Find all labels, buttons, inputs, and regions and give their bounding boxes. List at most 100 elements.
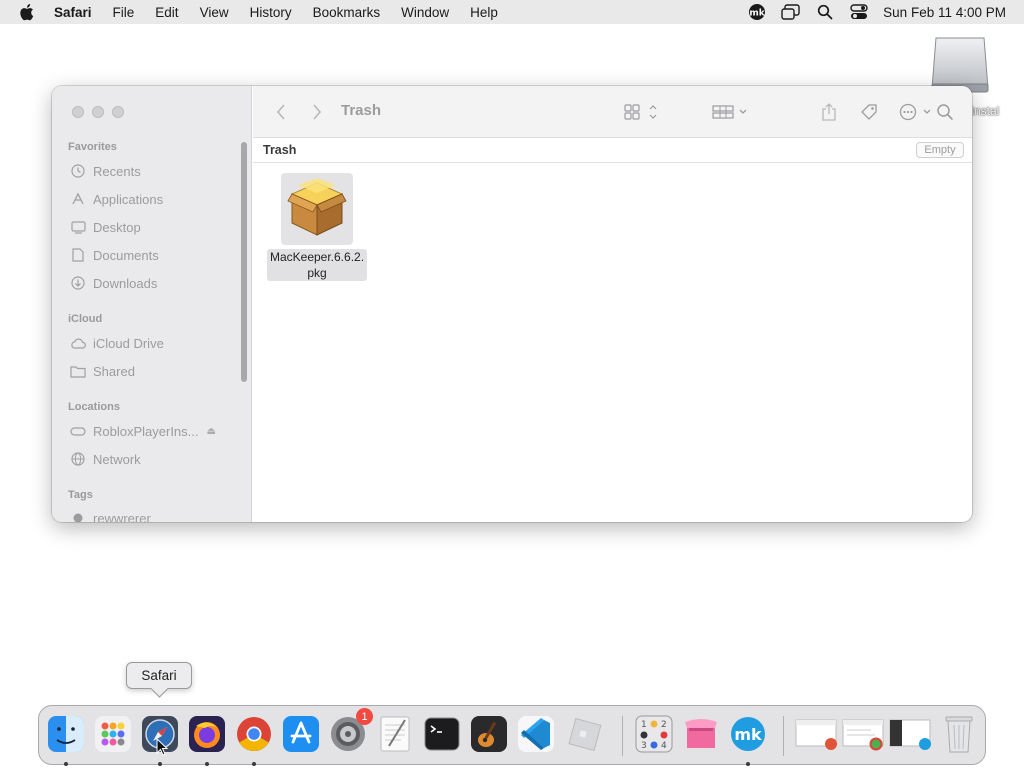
sidebar-item-label: Downloads	[93, 275, 158, 291]
sidebar-item-tag[interactable]: rewwrerer	[70, 508, 151, 522]
download-icon	[70, 275, 86, 291]
group-by-button[interactable]	[711, 100, 751, 124]
chrome-icon[interactable]	[231, 711, 277, 757]
sidebar-item-downloads[interactable]: Downloads	[70, 273, 157, 293]
terminal-icon[interactable]	[419, 711, 465, 757]
search-button[interactable]	[935, 100, 955, 124]
clock-icon	[70, 163, 86, 179]
svg-text:1: 1	[641, 720, 647, 730]
zoom-window-button[interactable]	[112, 106, 124, 118]
window-thumbnail-icon[interactable]	[887, 711, 933, 757]
roblox-icon[interactable]	[560, 711, 606, 757]
menu-clock[interactable]: Sun Feb 11 4:00 PM	[883, 5, 1006, 20]
sidebar-item-network[interactable]: Network	[70, 449, 141, 469]
minimize-window-button[interactable]	[92, 106, 104, 118]
forward-button[interactable]	[309, 100, 325, 124]
search-icon	[937, 104, 953, 120]
dock-separator	[783, 716, 784, 756]
share-icon	[822, 103, 836, 121]
finder-window: Favorites Recents Applications Desktop D…	[52, 86, 972, 522]
menu-edit[interactable]: Edit	[155, 5, 178, 20]
ellipsis-circle-icon	[899, 103, 931, 121]
sidebar-item-icloud-drive[interactable]: iCloud Drive	[70, 333, 164, 353]
mackeeper-dock-icon[interactable]: mk	[725, 711, 771, 757]
tag-button[interactable]	[858, 100, 880, 124]
dock: 1 1 2 3 4 mk	[38, 705, 986, 766]
sidebar-item-label: RobloxPlayerIns...	[93, 423, 199, 439]
running-indicator	[205, 762, 209, 766]
trash-icon[interactable]	[936, 711, 982, 757]
menu-window[interactable]: Window	[401, 5, 449, 20]
eject-icon[interactable]: ⏏	[207, 426, 216, 437]
sidebar-item-desktop[interactable]: Desktop	[70, 217, 141, 237]
dock-separator	[622, 716, 623, 756]
sidebar-item-label: Recents	[93, 163, 141, 179]
view-mode-button[interactable]	[623, 100, 659, 124]
share-button[interactable]	[819, 100, 839, 124]
sudoku-icon[interactable]: 1 2 3 4	[631, 711, 677, 757]
globe-icon	[70, 451, 86, 467]
more-actions-button[interactable]	[899, 100, 935, 124]
close-window-button[interactable]	[72, 106, 84, 118]
sidebar-item-roblox-drive[interactable]: RobloxPlayerIns... ⏏	[70, 421, 216, 441]
menu-app-name[interactable]: Safari	[54, 5, 92, 20]
file-name-line: pkg	[307, 266, 327, 280]
menu-history[interactable]: History	[250, 5, 292, 20]
tag-color-dot-icon	[70, 510, 86, 522]
sidebar-item-label: Desktop	[93, 219, 141, 235]
finder-toolbar: Trash	[253, 86, 972, 138]
running-indicator	[64, 762, 68, 766]
file-area[interactable]: MacKeeper.6.6.2. pkg	[253, 163, 972, 522]
apple-menu-icon[interactable]	[18, 3, 34, 21]
sidebar-item-documents[interactable]: Documents	[70, 245, 159, 265]
menu-help[interactable]: Help	[470, 5, 498, 20]
window-thumbnail-icon[interactable]	[793, 711, 839, 757]
notification-badge: 1	[356, 708, 373, 725]
svg-text:2: 2	[661, 720, 667, 730]
menu-bookmarks[interactable]: Bookmarks	[313, 5, 381, 20]
sidebar-item-recents[interactable]: Recents	[70, 161, 141, 181]
mackeeper-icon[interactable]: mk	[747, 3, 767, 21]
file-item[interactable]: MacKeeper.6.6.2. pkg	[265, 173, 369, 281]
menu-file[interactable]: File	[113, 5, 135, 20]
package-icon[interactable]	[281, 173, 353, 245]
sidebar-header-tags: Tags	[68, 489, 93, 501]
cleanmymac-icon[interactable]	[678, 711, 724, 757]
spotlight-search-icon[interactable]	[815, 3, 835, 21]
group-icon	[712, 105, 747, 119]
finder-icon[interactable]	[43, 711, 89, 757]
tag-icon	[861, 104, 877, 120]
svg-text:mk: mk	[734, 725, 762, 744]
file-name[interactable]: MacKeeper.6.6.2. pkg	[266, 249, 368, 281]
sidebar-item-label: iCloud Drive	[93, 335, 164, 351]
dock-tooltip: Safari	[126, 662, 192, 689]
document-icon	[70, 247, 86, 263]
svg-text:3: 3	[641, 741, 647, 751]
empty-trash-button[interactable]: Empty	[916, 142, 964, 158]
mouse-cursor-icon	[156, 738, 168, 756]
applications-icon	[70, 191, 86, 207]
launchpad-icon[interactable]	[90, 711, 136, 757]
sidebar-item-label: Shared	[93, 363, 135, 379]
system-settings-icon[interactable]: 1	[325, 708, 373, 757]
back-button[interactable]	[273, 100, 289, 124]
garageband-icon[interactable]	[466, 711, 512, 757]
firefox-icon[interactable]	[184, 711, 230, 757]
textedit-icon[interactable]	[372, 711, 418, 757]
sidebar-scrollbar[interactable]	[241, 142, 247, 382]
sidebar-item-shared[interactable]: Shared	[70, 361, 135, 381]
control-center-icon[interactable]	[849, 3, 869, 21]
vscode-icon[interactable]	[513, 711, 559, 757]
app-store-icon[interactable]	[278, 711, 324, 757]
sidebar-item-label: Network	[93, 451, 141, 467]
menu-view[interactable]: View	[200, 5, 229, 20]
icon-view-icon	[624, 104, 657, 120]
running-indicator	[252, 762, 256, 766]
cloud-icon	[70, 335, 86, 351]
window-thumbnail-icon[interactable]	[840, 711, 886, 757]
sidebar-item-label: rewwrerer	[93, 510, 151, 523]
drive-icon	[70, 423, 86, 439]
sidebar-item-applications[interactable]: Applications	[70, 189, 163, 209]
screen-mirroring-icon[interactable]	[781, 3, 801, 21]
svg-text:4: 4	[661, 741, 667, 751]
